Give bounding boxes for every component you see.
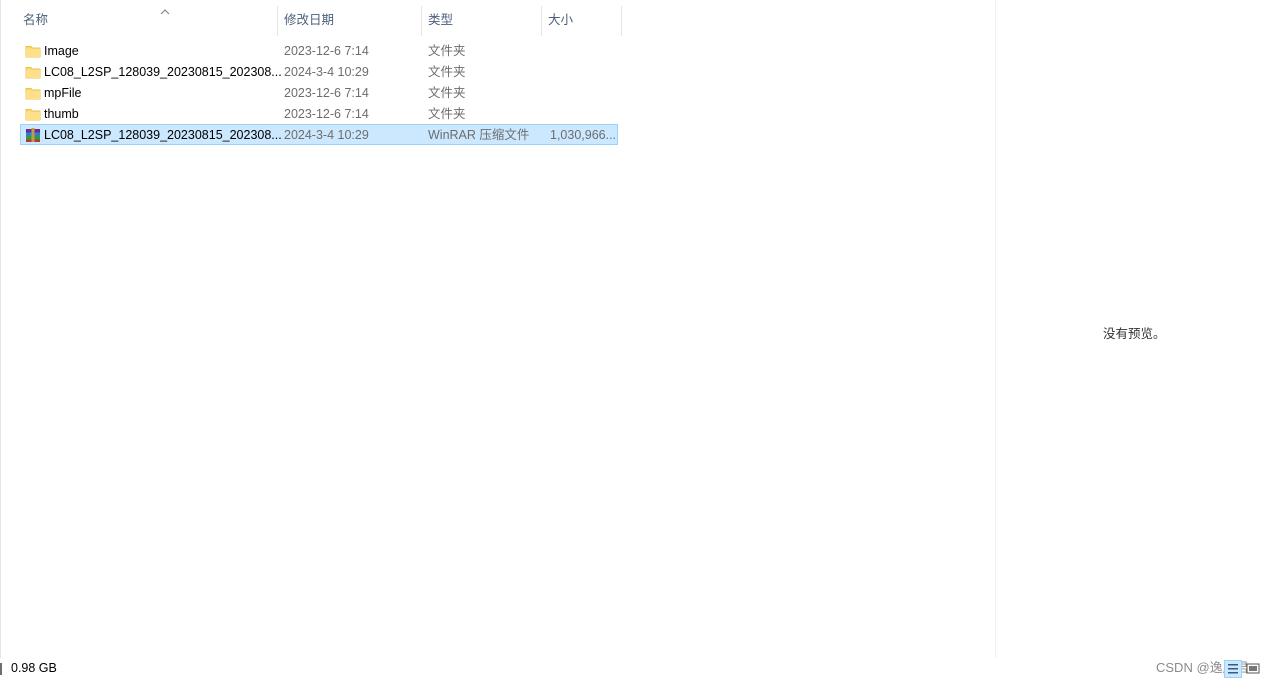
file-name: LC08_L2SP_128039_20230815_202308... bbox=[44, 128, 282, 142]
file-type: 文件夹 bbox=[428, 65, 466, 79]
file-name: LC08_L2SP_128039_20230815_202308... bbox=[44, 65, 282, 79]
large-icons-view-button[interactable] bbox=[1245, 660, 1263, 678]
no-preview-message: 没有预览。 bbox=[1103, 327, 1166, 341]
file-row[interactable]: LC08_L2SP_128039_20230815_202308... 2024… bbox=[20, 61, 618, 82]
details-view-button[interactable] bbox=[1224, 660, 1242, 678]
file-date: 2023-12-6 7:14 bbox=[284, 107, 369, 121]
file-type: 文件夹 bbox=[428, 44, 466, 58]
file-row-selected[interactable]: LC08_L2SP_128039_20230815_202308... 2024… bbox=[20, 124, 618, 145]
file-explorer: 名称 修改日期 类型 大小 Image 2023-12-6 7:14 文件夹 L… bbox=[0, 0, 1271, 680]
file-name: mpFile bbox=[44, 86, 82, 100]
winrar-archive-icon bbox=[25, 127, 41, 143]
file-row[interactable]: Image 2023-12-6 7:14 文件夹 bbox=[20, 40, 618, 61]
file-rows: Image 2023-12-6 7:14 文件夹 LC08_L2SP_12803… bbox=[20, 40, 618, 145]
column-header-name-label: 名称 bbox=[23, 13, 49, 27]
folder-icon bbox=[25, 85, 41, 101]
file-date: 2023-12-6 7:14 bbox=[284, 86, 369, 100]
status-bar: 0.98 GB CSDN @逸辰君 bbox=[0, 658, 1271, 680]
folder-icon bbox=[25, 106, 41, 122]
folder-icon bbox=[25, 64, 41, 80]
file-row[interactable]: thumb 2023-12-6 7:14 文件夹 bbox=[20, 103, 618, 124]
preview-pane: 没有预览。 bbox=[995, 0, 1271, 658]
file-size: 1,030,966... bbox=[550, 128, 617, 142]
file-type: WinRAR 压缩文件 bbox=[428, 128, 530, 142]
file-name: thumb bbox=[44, 107, 79, 121]
file-date: 2024-3-4 10:29 bbox=[284, 65, 369, 79]
file-name: Image bbox=[44, 44, 79, 58]
column-header-date[interactable]: 修改日期 bbox=[278, 6, 422, 36]
file-date: 2023-12-6 7:14 bbox=[284, 44, 369, 58]
file-date: 2024-3-4 10:29 bbox=[284, 128, 369, 142]
column-header-date-label: 修改日期 bbox=[284, 13, 335, 27]
file-type: 文件夹 bbox=[428, 86, 466, 100]
file-list-view[interactable]: 名称 修改日期 类型 大小 Image 2023-12-6 7:14 文件夹 L… bbox=[0, 0, 995, 658]
column-header-row: 名称 修改日期 类型 大小 bbox=[0, 0, 622, 38]
file-row[interactable]: mpFile 2023-12-6 7:14 文件夹 bbox=[20, 82, 618, 103]
folder-icon bbox=[25, 43, 41, 59]
selected-size: 0.98 GB bbox=[11, 661, 57, 675]
column-header-type-label: 类型 bbox=[428, 13, 454, 27]
column-header-name[interactable]: 名称 bbox=[17, 6, 278, 36]
file-type: 文件夹 bbox=[428, 107, 466, 121]
column-header-type[interactable]: 类型 bbox=[422, 6, 542, 36]
column-header-size-label: 大小 bbox=[548, 13, 574, 27]
status-divider bbox=[0, 663, 2, 675]
column-header-size[interactable]: 大小 bbox=[542, 6, 622, 36]
sort-ascending-icon bbox=[160, 9, 170, 15]
large-icons-view-icon bbox=[1246, 663, 1260, 674]
details-view-icon bbox=[1228, 664, 1238, 674]
